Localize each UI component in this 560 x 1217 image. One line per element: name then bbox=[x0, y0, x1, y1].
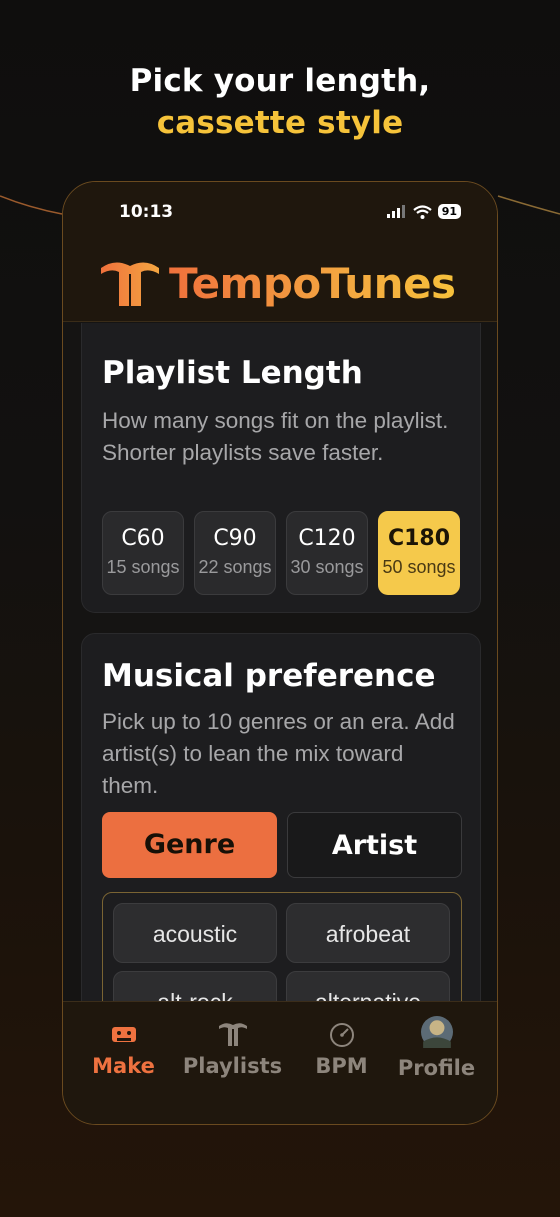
playlist-length-description: How many songs fit on the playlist. Shor… bbox=[102, 408, 449, 465]
status-icons: 91 bbox=[386, 204, 461, 219]
tab-playlists[interactable]: Playlists bbox=[178, 1002, 287, 1124]
length-songs: 22 songs bbox=[198, 557, 272, 577]
playlist-length-title: Playlist Length bbox=[102, 355, 363, 391]
length-songs: 50 songs bbox=[382, 557, 456, 577]
signal-icon bbox=[386, 205, 405, 218]
tab-label: Make bbox=[92, 1054, 155, 1078]
genre-chip[interactable]: alternative bbox=[286, 971, 450, 1001]
preference-tabs: Genre Artist bbox=[102, 812, 462, 878]
status-bar: 10:13 91 bbox=[63, 202, 497, 222]
phone-frame: 10:13 91 TempoTunes Playlist Length How … bbox=[62, 181, 498, 1125]
length-code: C60 bbox=[121, 526, 165, 551]
tab-genre[interactable]: Genre bbox=[102, 812, 277, 878]
tempotunes-logo-icon bbox=[101, 262, 159, 306]
tab-bpm[interactable]: BPM bbox=[287, 1002, 396, 1124]
tab-make[interactable]: Make bbox=[69, 1002, 178, 1124]
cassette-icon bbox=[111, 1027, 136, 1042]
avatar bbox=[420, 1016, 453, 1048]
length-option-c90[interactable]: C90 22 songs bbox=[194, 511, 276, 595]
content-scroll[interactable]: Playlist Length How many songs fit on th… bbox=[63, 323, 497, 1001]
playlist-length-card: Playlist Length How many songs fit on th… bbox=[81, 323, 481, 613]
app-name: TempoTunes bbox=[169, 258, 456, 308]
bottom-tab-bar: Make Playlists BPM Profile bbox=[63, 1001, 497, 1124]
status-time: 10:13 bbox=[119, 202, 174, 222]
musical-preference-title: Musical preference bbox=[102, 658, 436, 694]
tab-label: Playlists bbox=[182, 1054, 283, 1078]
speedometer-icon bbox=[329, 1023, 354, 1047]
app-header: 10:13 91 TempoTunes bbox=[63, 182, 497, 322]
length-option-c180[interactable]: C180 50 songs bbox=[378, 511, 460, 595]
genre-chip[interactable]: alt-rock bbox=[113, 971, 277, 1001]
length-code: C90 bbox=[213, 526, 257, 551]
wifi-icon bbox=[412, 204, 432, 219]
tab-label: Profile bbox=[397, 1056, 476, 1080]
app-logo: TempoTunes bbox=[99, 258, 456, 308]
genre-list: acoustic afrobeat alt-rock alternative bbox=[102, 892, 462, 1001]
length-option-c60[interactable]: C60 15 songs bbox=[102, 511, 184, 595]
tab-label: BPM bbox=[315, 1054, 368, 1078]
genre-chip[interactable]: acoustic bbox=[113, 903, 277, 963]
length-code: C180 bbox=[387, 526, 451, 551]
length-options: C60 15 songs C90 22 songs C120 30 songs … bbox=[102, 511, 460, 595]
tab-profile[interactable]: Profile bbox=[382, 1002, 491, 1124]
musical-preference-card: Musical preference Pick up to 10 genres … bbox=[81, 633, 481, 1001]
genre-chip[interactable]: afrobeat bbox=[286, 903, 450, 963]
tempotunes-logo-icon bbox=[218, 1023, 247, 1046]
battery-indicator: 91 bbox=[437, 204, 461, 219]
length-songs: 30 songs bbox=[290, 557, 364, 577]
musical-preference-description: Pick up to 10 genres or an era. Add arti… bbox=[102, 709, 455, 798]
length-option-c120[interactable]: C120 30 songs bbox=[286, 511, 368, 595]
tab-artist[interactable]: Artist bbox=[287, 812, 462, 878]
length-code: C120 bbox=[298, 526, 356, 551]
length-songs: 15 songs bbox=[106, 557, 180, 577]
